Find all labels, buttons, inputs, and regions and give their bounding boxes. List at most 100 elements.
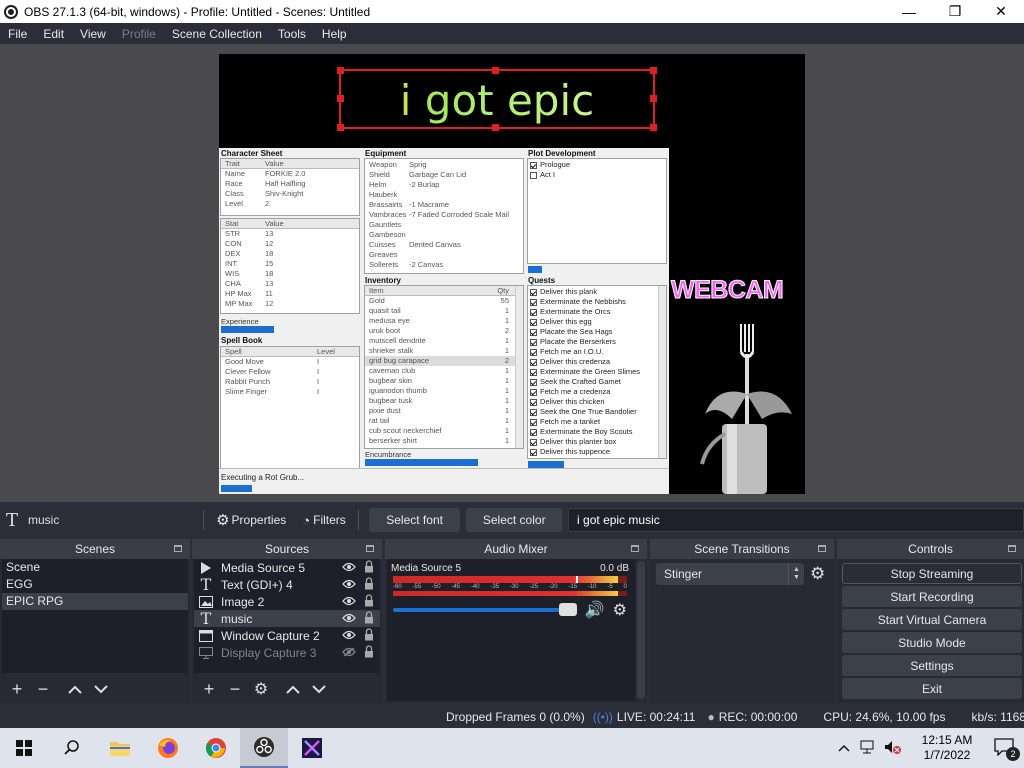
filters-button[interactable]: ◔ Filters <box>294 508 354 532</box>
checkbox[interactable] <box>530 428 537 436</box>
scene-item[interactable]: EGG <box>2 576 188 593</box>
checkbox[interactable] <box>530 318 537 326</box>
menu-view[interactable]: View <box>72 27 114 41</box>
undock-icon[interactable] <box>818 545 826 552</box>
volume-slider[interactable] <box>393 603 577 616</box>
network-icon[interactable] <box>860 740 876 757</box>
move-down-icon[interactable] <box>88 676 114 702</box>
checkbox[interactable] <box>530 338 537 346</box>
lock-icon[interactable] <box>364 577 374 590</box>
minimize-button[interactable]: — <box>886 0 932 23</box>
source-item[interactable]: Display Capture 3 <box>194 644 380 661</box>
game-app-icon[interactable] <box>288 728 336 768</box>
undock-icon[interactable] <box>631 545 639 552</box>
start-recording-button[interactable]: Start Recording <box>842 586 1022 607</box>
maximize-button[interactable]: ❐ <box>932 0 978 23</box>
eye-icon[interactable] <box>342 595 356 606</box>
properties-button[interactable]: ⚙ Properties <box>208 508 294 532</box>
move-up-icon[interactable] <box>62 676 88 702</box>
resize-handle-bl[interactable] <box>337 124 344 131</box>
menu-tools[interactable]: Tools <box>270 27 314 41</box>
obs-taskbar-icon[interactable] <box>240 728 288 768</box>
eye-icon[interactable] <box>342 629 356 640</box>
close-button[interactable]: ✕ <box>978 0 1024 23</box>
source-item[interactable]: Image 2 <box>194 593 380 610</box>
resize-handle-r[interactable] <box>650 95 657 102</box>
checkbox[interactable] <box>530 398 537 406</box>
lock-icon[interactable] <box>364 594 374 607</box>
checkbox[interactable] <box>530 378 537 386</box>
move-down-icon[interactable] <box>306 676 332 702</box>
scene-item[interactable]: Scene <box>2 559 188 576</box>
checkbox[interactable] <box>530 438 537 446</box>
lock-icon[interactable] <box>364 628 374 641</box>
checkbox[interactable] <box>530 368 537 376</box>
gear-icon[interactable]: ⚙ <box>810 564 825 584</box>
volume-slider-handle[interactable] <box>558 603 577 616</box>
lock-icon[interactable] <box>364 611 374 624</box>
gear-icon[interactable]: ⚙ <box>248 676 274 702</box>
transition-select[interactable]: Stinger ▲ ▼ <box>656 563 804 585</box>
notifications-icon[interactable]: 2 <box>994 737 1020 761</box>
eye-icon[interactable] <box>342 578 356 589</box>
scene-item[interactable]: EPIC RPG <box>2 593 188 610</box>
resize-handle-l[interactable] <box>337 95 344 102</box>
eye-icon[interactable] <box>342 561 356 572</box>
file-explorer-icon[interactable] <box>96 728 144 768</box>
speaker-icon[interactable]: 🔊 <box>585 600 605 620</box>
checkbox[interactable] <box>530 408 537 416</box>
menu-help[interactable]: Help <box>314 27 355 41</box>
preview-canvas[interactable]: i got epic music Character Sheet TraitVa… <box>219 54 805 494</box>
add-icon[interactable]: + <box>4 676 30 702</box>
resize-handle-tr[interactable] <box>650 67 657 74</box>
selection-box[interactable] <box>337 67 657 131</box>
system-clock[interactable]: 12:15 AM 1/7/2022 <box>912 733 982 763</box>
mixer-scrollbar[interactable] <box>637 561 645 699</box>
checkbox[interactable] <box>530 328 537 336</box>
menu-profile[interactable]: Profile <box>114 27 164 41</box>
menu-file[interactable]: File <box>0 27 35 41</box>
source-item[interactable]: Tmusic <box>194 609 380 628</box>
undock-icon[interactable] <box>1008 545 1016 552</box>
source-item[interactable]: T Text (GDI+) 4 <box>194 575 380 594</box>
preview-area[interactable]: i got epic music Character Sheet TraitVa… <box>0 44 1024 502</box>
checkbox[interactable] <box>530 388 537 396</box>
checkbox[interactable] <box>530 308 537 316</box>
checkbox[interactable] <box>530 161 537 169</box>
exit-button[interactable]: Exit <box>842 678 1022 699</box>
windows-start-icon[interactable] <box>0 728 48 768</box>
resize-handle-tl[interactable] <box>337 67 344 74</box>
menu-scene-collection[interactable]: Scene Collection <box>164 27 270 41</box>
spin-arrows-icon[interactable]: ▲ ▼ <box>788 563 804 585</box>
move-up-icon[interactable] <box>280 676 306 702</box>
checkbox[interactable] <box>530 171 537 179</box>
checkbox[interactable] <box>530 288 537 296</box>
checkbox[interactable] <box>530 448 537 456</box>
inventory-scrollbar[interactable] <box>515 286 523 448</box>
quests-scrollbar[interactable] <box>658 286 666 458</box>
source-item[interactable]: Window Capture 2 <box>194 627 380 644</box>
undock-icon[interactable] <box>174 545 182 552</box>
resize-handle-t[interactable] <box>492 67 499 74</box>
remove-icon[interactable]: − <box>30 676 56 702</box>
text-input[interactable]: i got epic music <box>568 508 1024 532</box>
studio-mode-button[interactable]: Studio Mode <box>842 632 1022 653</box>
start-virtual-camera-button[interactable]: Start Virtual Camera <box>842 609 1022 630</box>
firefox-icon[interactable] <box>144 728 192 768</box>
eye-hidden-icon[interactable] <box>342 646 356 657</box>
settings-button[interactable]: Settings <box>842 655 1022 676</box>
undock-icon[interactable] <box>366 545 374 552</box>
resize-handle-b[interactable] <box>492 124 499 131</box>
select-color-button[interactable]: Select color <box>466 508 563 532</box>
checkbox[interactable] <box>530 298 537 306</box>
add-icon[interactable]: + <box>196 676 222 702</box>
menu-edit[interactable]: Edit <box>35 27 72 41</box>
gear-icon[interactable]: ⚙ <box>613 600 627 620</box>
speaker-muted-icon[interactable] <box>884 740 902 757</box>
lock-icon[interactable] <box>364 560 374 573</box>
remove-icon[interactable]: − <box>222 676 248 702</box>
checkbox[interactable] <box>530 348 537 356</box>
lock-icon[interactable] <box>364 645 374 658</box>
resize-handle-br[interactable] <box>650 124 657 131</box>
chevron-up-icon[interactable] <box>838 741 850 755</box>
